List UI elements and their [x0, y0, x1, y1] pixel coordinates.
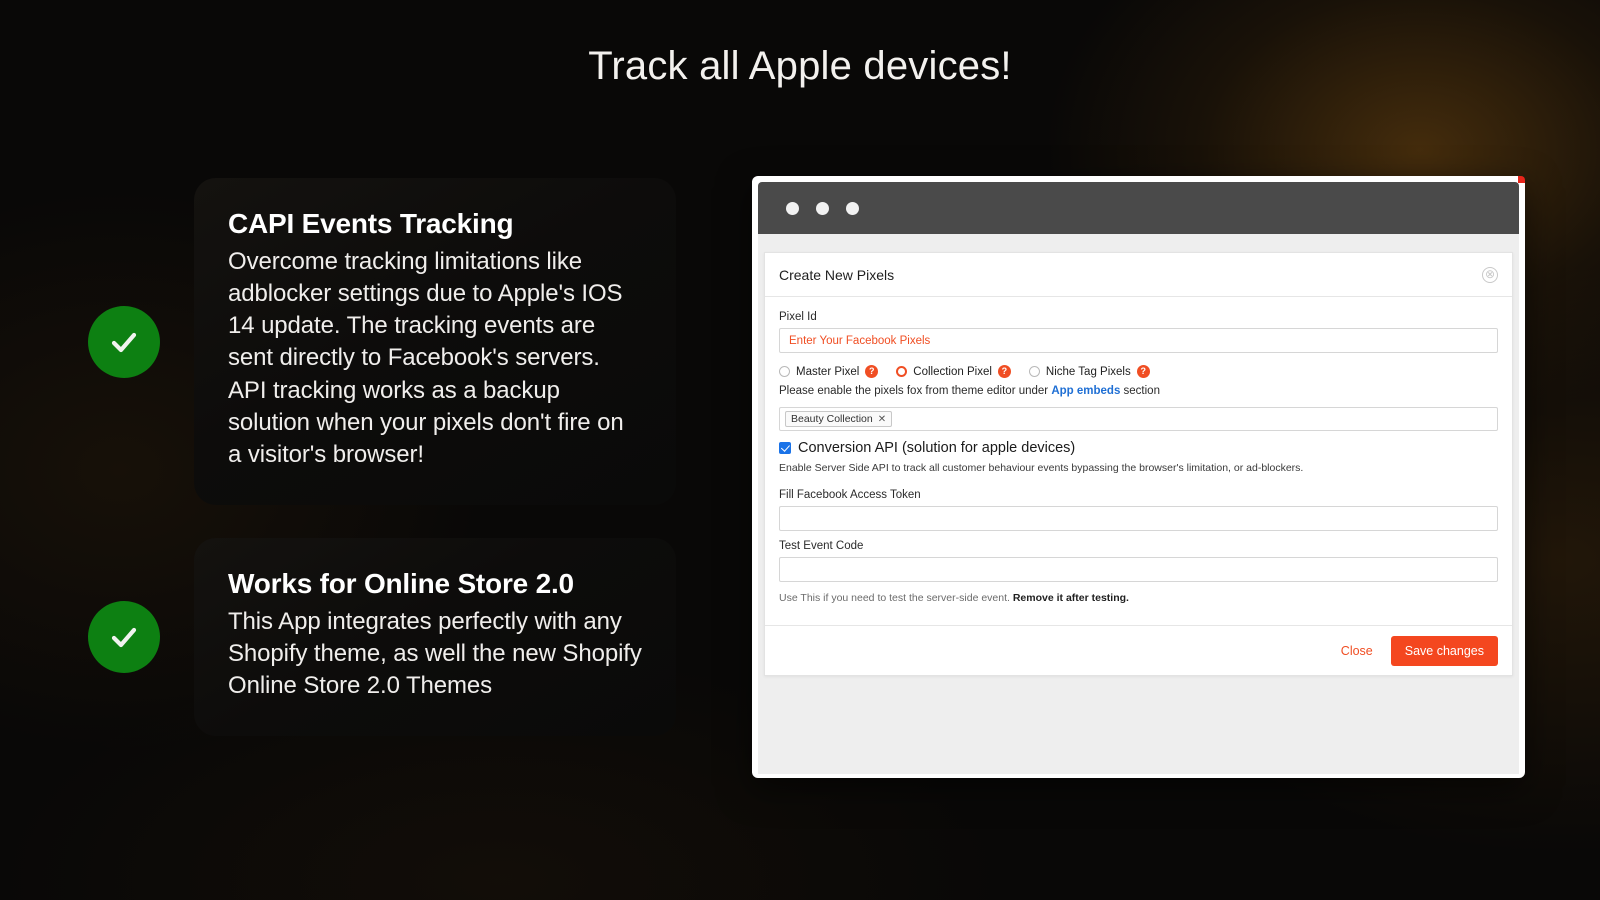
corner-accent: [1518, 176, 1525, 183]
help-icon[interactable]: ?: [1136, 365, 1150, 378]
conversion-api-checkbox-row[interactable]: Conversion API (solution for apple devic…: [779, 440, 1498, 456]
access-token-field: Fill Facebook Access Token: [779, 489, 1498, 531]
help-icon[interactable]: ?: [997, 365, 1011, 378]
traffic-light-minimize-icon[interactable]: [816, 201, 829, 215]
radio-label: Collection Pixel: [913, 365, 992, 378]
conversion-api-checkbox[interactable]: [779, 442, 791, 454]
test-event-code-label: Test Event Code: [779, 539, 864, 552]
app-embeds-hint: Please enable the pixels fox from theme …: [779, 385, 1498, 397]
radio-option-niche-tag-pixels[interactable]: Niche Tag Pixels ?: [1028, 365, 1150, 378]
feature-description: Overcome tracking limitations like adblo…: [228, 248, 624, 468]
hint-suffix: section: [1120, 385, 1160, 397]
feature-title: CAPI Events Tracking: [228, 208, 514, 239]
app-embeds-link[interactable]: App embeds: [1051, 385, 1120, 397]
modal-title: Create New Pixels: [779, 266, 895, 283]
page-title: Track all Apple devices!: [588, 44, 1012, 88]
browser-viewport: Create New Pixels ⊗ Pixel Id Master Pixe…: [758, 234, 1519, 774]
page-root: Track all Apple devices! CAPI Events Tra…: [0, 0, 1600, 900]
note-bold: Remove it after testing.: [1012, 591, 1129, 604]
feature-card-body: Works for Online Store 2.0 This App inte…: [194, 538, 676, 737]
pixel-id-label: Pixel Id: [779, 311, 817, 323]
hint-prefix: Please enable the pixels fox from theme …: [779, 385, 1052, 397]
conversion-api-label: Conversion API (solution for apple devic…: [798, 440, 1076, 456]
test-event-code-note: Use This if you need to test the server-…: [779, 591, 1498, 606]
feature-card-works-for-online-store: Works for Online Store 2.0 This App inte…: [88, 538, 676, 737]
radio-icon[interactable]: [779, 366, 790, 377]
tag-label: Beauty Collection: [791, 413, 873, 425]
tag-chip: Beauty Collection ✕: [785, 411, 893, 427]
modal-body: Pixel Id Master Pixel ? Collection Pixel: [765, 297, 1512, 611]
radio-icon[interactable]: [1028, 366, 1040, 377]
check-icon: [88, 601, 160, 674]
traffic-light-maximize-icon[interactable]: [846, 201, 859, 215]
close-button[interactable]: Close: [1339, 640, 1375, 662]
feature-card-capi-events-tracking: CAPI Events Tracking Overcome tracking l…: [88, 178, 676, 506]
radio-option-collection-pixel[interactable]: Collection Pixel ?: [896, 365, 1011, 378]
feature-card-body: CAPI Events Tracking Overcome tracking l…: [194, 178, 676, 506]
test-event-code-input[interactable]: [779, 556, 1498, 582]
pixel-id-input[interactable]: [779, 328, 1498, 353]
browser-window: Create New Pixels ⊗ Pixel Id Master Pixe…: [752, 176, 1525, 778]
access-token-input[interactable]: [779, 505, 1498, 531]
remove-tag-icon[interactable]: ✕: [878, 414, 886, 425]
check-icon: [88, 305, 160, 378]
test-event-code-field: Test Event Code: [779, 540, 1498, 582]
radio-icon[interactable]: [896, 366, 908, 377]
save-changes-button[interactable]: Save changes: [1390, 635, 1498, 666]
radio-option-master-pixel[interactable]: Master Pixel ?: [779, 365, 879, 378]
traffic-light-close-icon[interactable]: [786, 201, 799, 215]
conversion-api-description: Enable Server Side API to track all cust…: [779, 462, 1304, 474]
feature-description: This App integrates perfectly with any S…: [228, 608, 642, 700]
note-prefix: Use This if you need to test the server-…: [779, 591, 1013, 604]
feature-title: Works for Online Store 2.0: [228, 568, 574, 599]
create-new-pixels-modal: Create New Pixels ⊗ Pixel Id Master Pixe…: [764, 252, 1513, 677]
access-token-label: Fill Facebook Access Token: [779, 488, 921, 501]
modal-footer: Close Save changes: [765, 625, 1512, 675]
browser-chrome-bar: [758, 182, 1519, 234]
close-icon[interactable]: ⊗: [1482, 266, 1498, 283]
radio-label: Niche Tag Pixels: [1045, 365, 1131, 378]
help-icon[interactable]: ?: [865, 365, 879, 378]
pixel-type-radio-group: Master Pixel ? Collection Pixel ? Niche …: [779, 365, 1498, 378]
radio-label: Master Pixel: [796, 365, 860, 378]
modal-header: Create New Pixels ⊗: [765, 253, 1512, 297]
collection-tag-input[interactable]: Beauty Collection ✕: [779, 407, 1498, 431]
